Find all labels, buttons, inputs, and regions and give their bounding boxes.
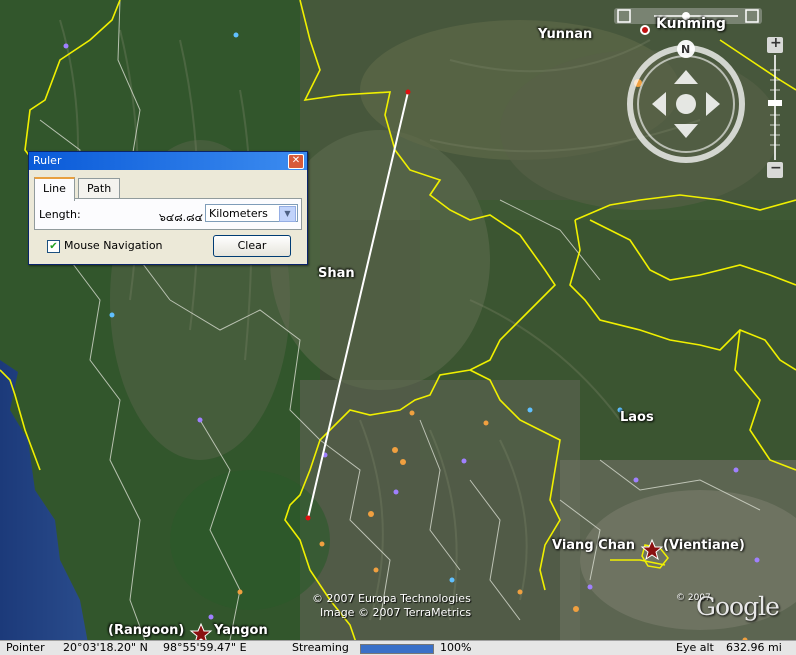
unit-selected-value: Kilometers [209, 207, 268, 220]
streaming-percent: 100% [440, 641, 472, 654]
ruler-end-point [305, 515, 311, 521]
pointer-label: Pointer [6, 641, 45, 654]
streaming-label: Streaming [292, 641, 349, 654]
line-tab-panel: Length: ๖๔๘.๘๔ Kilometers ▼ [34, 198, 302, 230]
satellite-map[interactable] [0, 0, 796, 654]
ruler-titlebar[interactable]: Ruler ✕ [29, 152, 307, 170]
place-label-vientiane: Viang Chan [552, 538, 635, 553]
close-icon[interactable]: ✕ [288, 154, 304, 169]
ruler-title: Ruler [33, 154, 62, 167]
ruler-dialog[interactable]: Ruler ✕ Line Path Length: ๖๔๘.๘๔ Kilomet… [28, 151, 308, 265]
tab-path[interactable]: Path [78, 178, 121, 200]
place-label-yunnan: Yunnan [538, 27, 593, 42]
length-label: Length: [39, 208, 81, 221]
look-joystick-icon[interactable] [676, 94, 696, 114]
place-label-kunming: Kunming [656, 16, 726, 32]
ruler-start-point [405, 89, 411, 95]
status-bar: Pointer 20°03'18.20" N 98°55'59.47" E St… [0, 640, 796, 655]
place-label-yangon: Yangon [214, 623, 268, 638]
zoom-out-glyph[interactable]: − [770, 160, 782, 176]
pointer-longitude: 98°55'59.47" E [163, 641, 247, 654]
place-label-laos: Laos [620, 410, 654, 425]
zoom-in-glyph[interactable]: + [770, 35, 782, 51]
eye-alt-value: 632.96 mi [726, 641, 782, 654]
mouse-navigation-checkbox[interactable]: ✔ [47, 240, 60, 253]
chevron-down-icon[interactable]: ▼ [279, 206, 296, 222]
compass-north-label: N [681, 43, 691, 56]
zoom-slider-knob[interactable] [768, 100, 782, 106]
eye-alt-label: Eye alt [676, 641, 714, 654]
copyright-terrametrics: Image © 2007 TerraMetrics [320, 606, 472, 619]
copyright-europa: © 2007 Europa Technologies [312, 592, 471, 605]
length-value: ๖๔๘.๘๔ [158, 211, 203, 224]
place-label-vientiane-alt: (Vientiane) [663, 538, 745, 553]
clear-button[interactable]: Clear [213, 235, 291, 257]
pointer-latitude: 20°03'18.20" N [63, 641, 148, 654]
place-label-rangoon: (Rangoon) [108, 623, 185, 638]
place-label-shan: Shan [318, 266, 355, 281]
tab-line[interactable]: Line [34, 177, 75, 201]
mouse-navigation-label: Mouse Navigation [64, 239, 163, 252]
unit-select[interactable]: Kilometers ▼ [205, 204, 298, 222]
google-logo: Google [696, 592, 780, 621]
streaming-progress-bar [360, 644, 434, 654]
